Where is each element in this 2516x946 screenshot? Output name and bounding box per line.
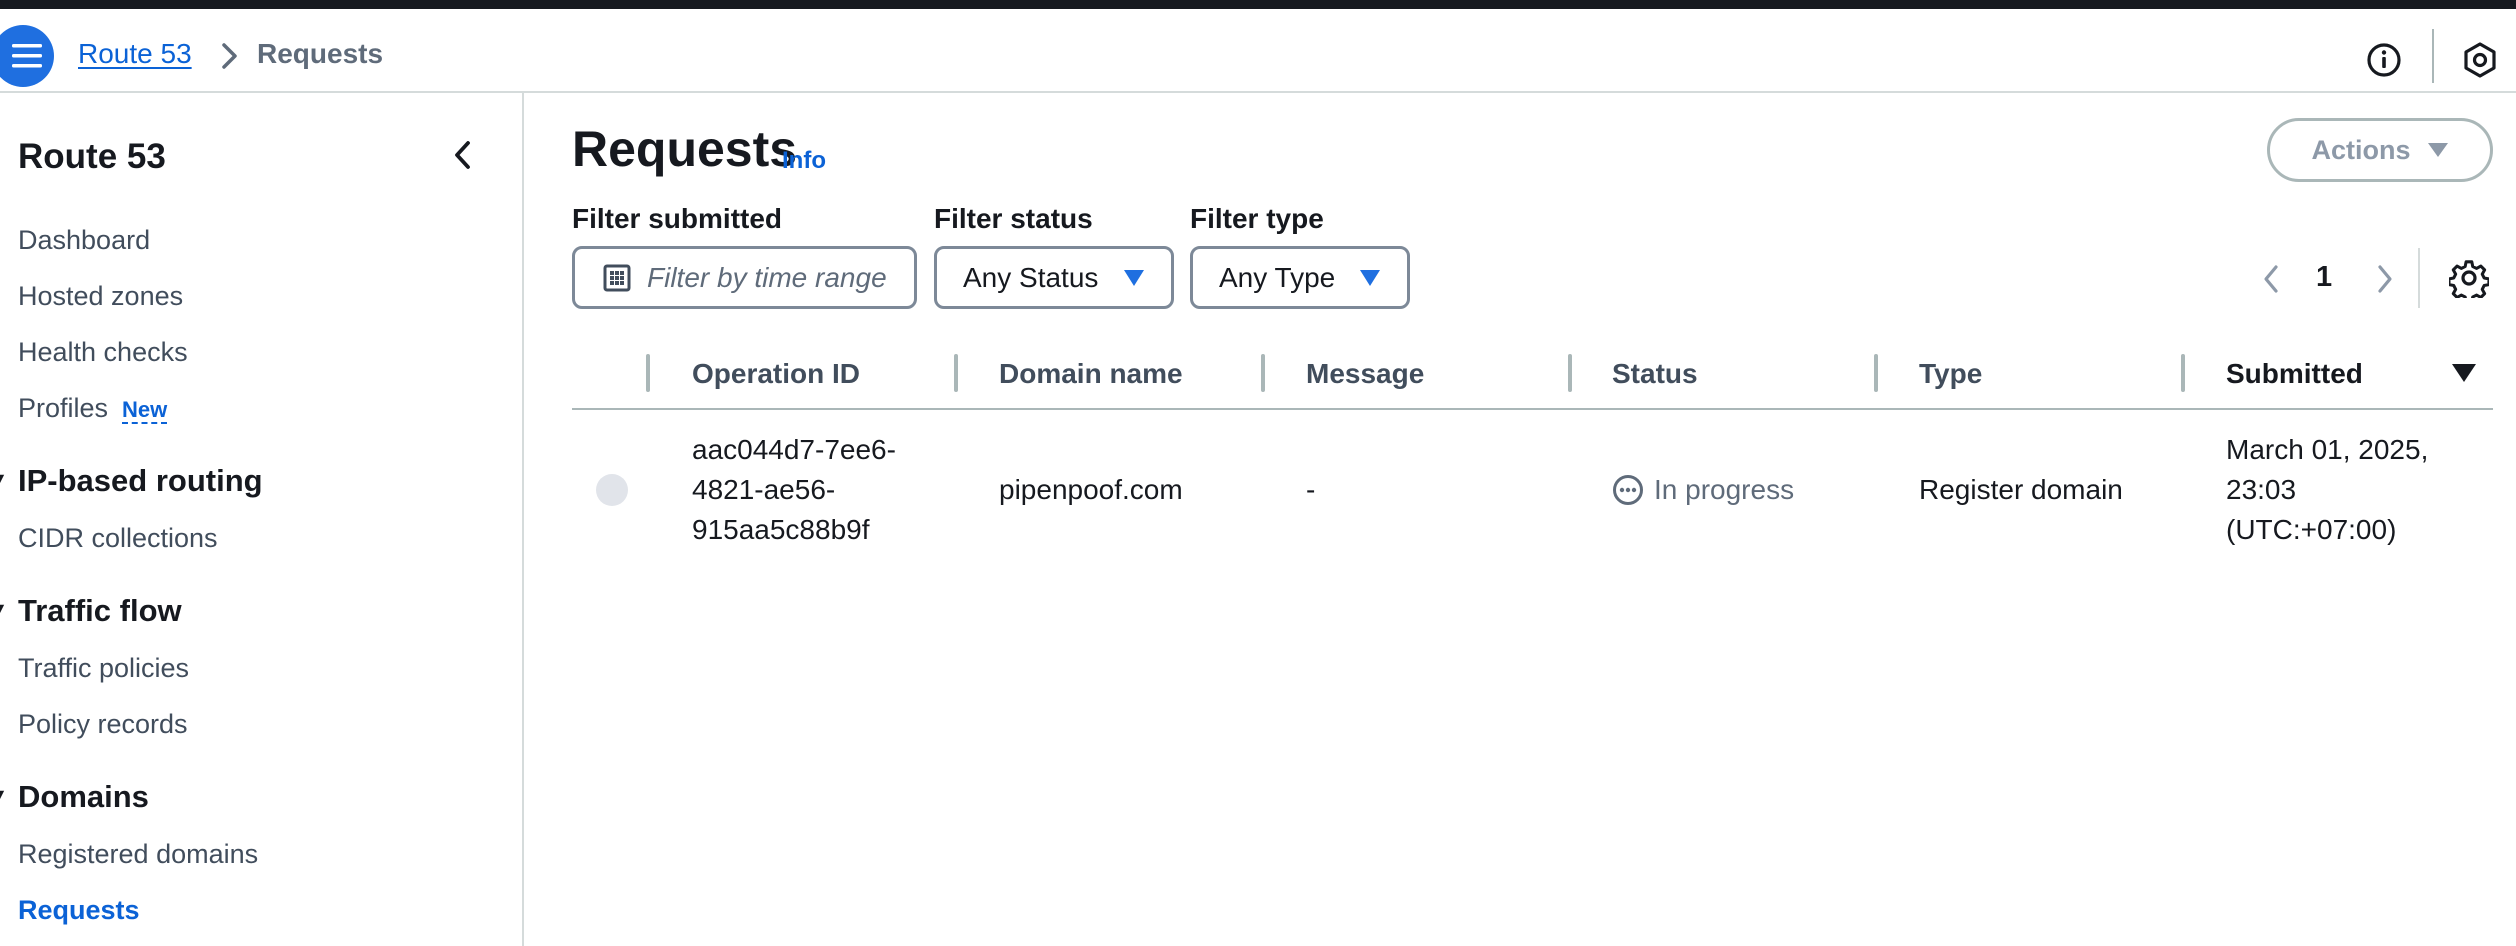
filter-type-select[interactable]: Any Type (1190, 246, 1410, 309)
expand-caret-icon[interactable]: ▼ (0, 469, 8, 490)
new-badge: New (122, 397, 168, 424)
breadcrumb-current: Requests (257, 38, 384, 69)
submitted-cell: March 01, 2025, 23:03 (UTC:+07:00) (2226, 430, 2428, 550)
column-message[interactable]: Message (1306, 358, 1424, 390)
expand-caret-icon[interactable]: ▼ (0, 785, 8, 806)
header-divider (2432, 29, 2434, 83)
settings-icon[interactable] (2461, 41, 2499, 79)
column-divider[interactable] (1874, 354, 1878, 392)
column-domain-name[interactable]: Domain name (999, 358, 1183, 390)
column-divider[interactable] (2181, 354, 2185, 392)
status-text: In progress (1654, 474, 1795, 505)
info-icon[interactable] (2366, 42, 2402, 78)
filter-status-value: Any Status (963, 261, 1099, 293)
column-submitted[interactable]: Submitted (2226, 358, 2363, 390)
column-divider[interactable] (1568, 354, 1572, 392)
sidebar-section-traffic-flow[interactable]: Traffic flow (18, 593, 182, 629)
submitted-line: 23:03 (2226, 474, 2297, 505)
sidebar-item-dashboard[interactable]: Dashboard (18, 225, 150, 256)
status-cell: In progress (1612, 470, 1794, 510)
filter-submitted-input[interactable]: Filter by time range (572, 246, 917, 309)
filter-submitted-label: Filter submitted (572, 203, 783, 234)
sidebar-section-domains[interactable]: Domains (18, 779, 149, 815)
filter-submitted-placeholder: Filter by time range (647, 261, 887, 293)
chevron-left-icon[interactable] (448, 137, 478, 173)
submitted-line: (UTC:+07:00) (2226, 514, 2397, 545)
filter-type-value: Any Type (1219, 261, 1336, 293)
expand-caret-icon[interactable]: ▼ (0, 599, 8, 620)
filter-status-select[interactable]: Any Status (934, 246, 1174, 309)
top-bar (0, 0, 2516, 9)
previous-page-icon[interactable] (2258, 262, 2284, 296)
menu-button[interactable] (0, 25, 54, 87)
chevron-right-icon (222, 43, 237, 69)
domain-name-cell: pipenpoof.com (999, 474, 1183, 505)
message-cell: - (1306, 474, 1316, 505)
filter-status-label: Filter status (934, 203, 1093, 234)
next-page-icon[interactable] (2372, 262, 2398, 296)
operation-id-line: aac044d7-7ee6- (692, 434, 896, 465)
sidebar-item-requests[interactable]: Requests (18, 895, 140, 926)
sidebar-item-hosted-zones[interactable]: Hosted zones (18, 281, 183, 312)
sidebar-item-label: Profiles (18, 393, 109, 423)
sidebar-item-policy-records[interactable]: Policy records (18, 709, 188, 740)
side-navigation: Route 53 Dashboard Hosted zones Health c… (0, 93, 524, 946)
table-row[interactable]: aac044d7-7ee6- 4821-ae56- 915aa5c88b9f p… (572, 412, 2493, 572)
sidebar-section-ip-routing[interactable]: IP-based routing (18, 463, 263, 499)
gear-icon[interactable] (2449, 258, 2489, 298)
operation-id-cell: aac044d7-7ee6- 4821-ae56- 915aa5c88b9f (692, 430, 896, 550)
operation-id-line: 915aa5c88b9f (692, 514, 870, 545)
row-select-radio[interactable] (596, 474, 628, 506)
sort-descending-icon[interactable] (2451, 362, 2477, 384)
column-divider[interactable] (1261, 354, 1265, 392)
type-cell: Register domain (1919, 474, 2123, 505)
column-operation-id[interactable]: Operation ID (692, 358, 860, 390)
breadcrumb-route53[interactable]: Route 53 (78, 38, 192, 70)
info-link[interactable]: Info (782, 147, 826, 175)
sidebar-item-traffic-policies[interactable]: Traffic policies (18, 653, 189, 684)
in-progress-icon (1613, 475, 1643, 505)
calendar-icon (603, 264, 631, 291)
filter-type-label: Filter type (1190, 203, 1324, 234)
column-divider[interactable] (954, 354, 958, 392)
actions-label: Actions (2311, 134, 2411, 165)
page-number[interactable]: 1 (2316, 261, 2332, 294)
sidebar-item-cidr-collections[interactable]: CIDR collections (18, 523, 218, 554)
sidebar-item-health-checks[interactable]: Health checks (18, 337, 188, 368)
column-status[interactable]: Status (1612, 358, 1698, 390)
submitted-line: March 01, 2025, (2226, 434, 2429, 465)
sidebar-item-registered-domains[interactable]: Registered domains (18, 839, 258, 870)
actions-button[interactable]: Actions (2267, 118, 2493, 182)
table-header: Operation ID Domain name Message Status … (572, 346, 2493, 410)
pagination-divider (2418, 248, 2420, 308)
column-divider[interactable] (646, 354, 650, 392)
column-type[interactable]: Type (1919, 358, 1982, 390)
page-title: Requests (572, 121, 798, 177)
hamburger-icon (12, 44, 42, 68)
sidebar-item-profiles[interactable]: Profiles New (18, 393, 168, 424)
caret-down-icon (1360, 270, 1380, 286)
sidebar-title: Route 53 (18, 137, 166, 176)
caret-down-icon (2427, 143, 2448, 157)
caret-down-icon (1124, 270, 1144, 286)
app-header: Route 53 Requests (0, 9, 2516, 93)
operation-id-line: 4821-ae56- (692, 474, 836, 505)
